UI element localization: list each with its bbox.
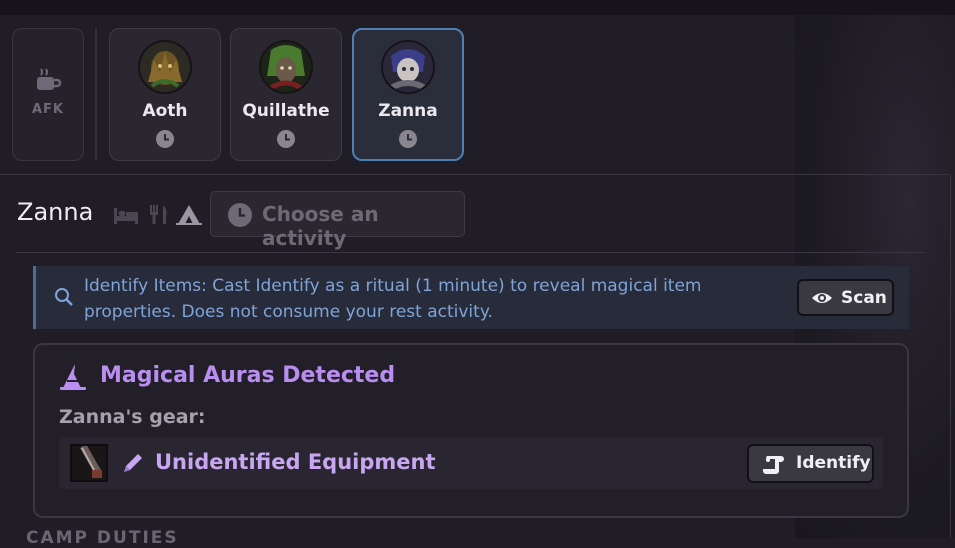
afk-card[interactable]: AFK xyxy=(12,28,84,161)
top-bar xyxy=(0,0,955,15)
choose-activity-button[interactable]: Choose an activity xyxy=(210,191,465,250)
character-card-zanna[interactable]: Zanna xyxy=(352,28,464,161)
selected-character-name: Zanna xyxy=(17,198,94,226)
clock-icon xyxy=(277,130,295,148)
item-name: Unidentified Equipment xyxy=(155,450,436,474)
fork-knife-icon xyxy=(150,205,167,224)
activity-placeholder: Choose an activity xyxy=(262,202,379,250)
character-name: Zanna xyxy=(378,101,438,121)
tent-icon xyxy=(176,205,202,225)
scroll-icon xyxy=(763,456,784,474)
clock-icon xyxy=(156,130,174,148)
clock-icon xyxy=(399,130,417,148)
pencil-icon xyxy=(124,454,142,472)
clock-icon xyxy=(228,203,252,227)
avatar xyxy=(381,40,435,94)
divider xyxy=(0,174,950,175)
item-thumbnail xyxy=(70,444,108,482)
identify-info-text: Identify Items: Cast Identify as a ritua… xyxy=(84,276,702,322)
panel-edge xyxy=(950,175,951,538)
character-card-quillathe[interactable]: Quillathe xyxy=(230,28,342,161)
scan-button[interactable]: Scan xyxy=(797,279,894,316)
scan-label: Scan xyxy=(841,288,887,308)
search-icon xyxy=(55,288,73,306)
identify-button[interactable]: Identify xyxy=(747,444,874,483)
identify-label: Identify xyxy=(796,453,871,473)
coffee-cup-icon xyxy=(37,68,62,90)
magical-auras-panel: Magical Auras Detected Zanna's gear: Uni… xyxy=(33,343,909,518)
character-card-aoth[interactable]: Aoth xyxy=(109,28,221,161)
gear-label: Zanna's gear: xyxy=(59,406,206,428)
divider xyxy=(95,28,97,161)
avatar xyxy=(259,40,313,94)
character-name: Quillathe xyxy=(242,101,330,121)
wizard-hat-icon xyxy=(60,364,86,390)
character-name: Aoth xyxy=(142,101,188,121)
bed-icon xyxy=(114,208,138,224)
section-heading-camp-duties: CAMP DUTIES xyxy=(26,528,179,548)
eye-icon xyxy=(812,293,832,303)
identify-info-banner: Identify Items: Cast Identify as a ritua… xyxy=(33,266,909,329)
rest-icons xyxy=(114,205,202,225)
afk-label: AFK xyxy=(31,102,64,117)
avatar xyxy=(138,40,192,94)
divider xyxy=(16,252,924,253)
auras-title: Magical Auras Detected xyxy=(100,363,396,388)
list-item: Unidentified Equipment Identify xyxy=(59,437,883,489)
